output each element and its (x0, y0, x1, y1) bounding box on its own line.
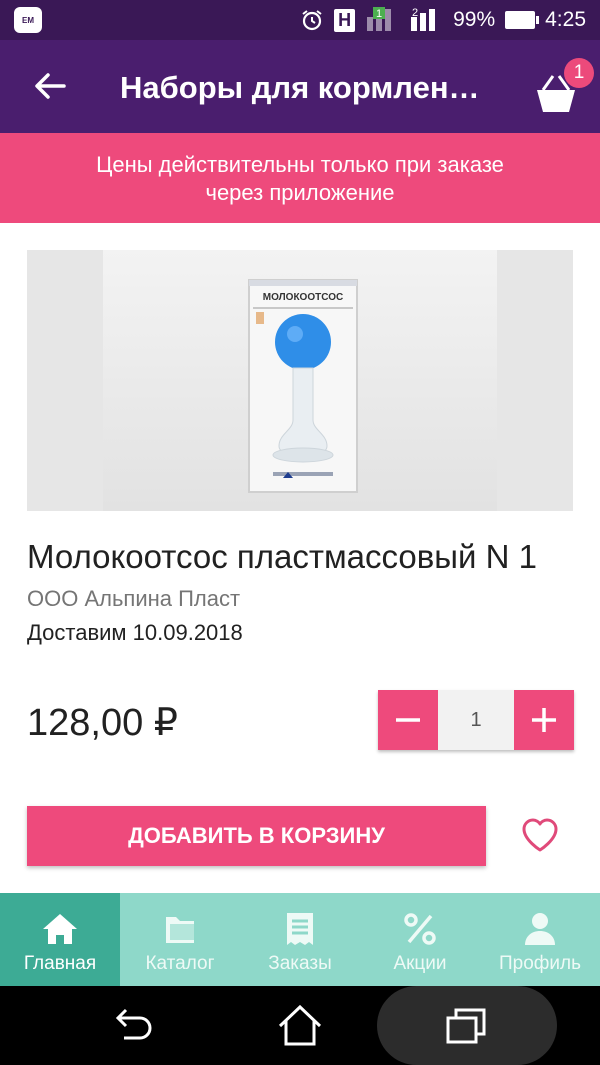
receipt-icon (287, 913, 313, 945)
product-photo-backdrop: МОЛОКООТСОС (103, 250, 497, 511)
tab-home[interactable]: Главная (0, 893, 120, 986)
quantity-value[interactable]: 1 (438, 690, 514, 750)
app-notification-icon: EM (14, 7, 42, 33)
sim2-label: 2 (412, 7, 418, 19)
decrease-quantity-button[interactable] (378, 690, 438, 750)
tab-orders[interactable]: Заказы (240, 893, 360, 986)
product-manufacturer: ООО Альпина Пласт (27, 586, 241, 611)
network-type-badge: H (334, 8, 356, 32)
battery-percent: 99% (453, 8, 496, 31)
folder-icon (166, 917, 194, 943)
person-icon (525, 913, 555, 945)
product-image[interactable]: МОЛОКООТСОС (27, 250, 573, 511)
heart-icon[interactable] (520, 815, 560, 855)
tab-label: Заказы (268, 953, 332, 974)
signal-sim1-icon: 1 (367, 7, 392, 31)
tab-profile[interactable]: Профиль (480, 893, 600, 986)
increase-quantity-button[interactable] (514, 690, 574, 750)
minus-icon (396, 718, 420, 722)
cart-count-badge: 1 (564, 58, 594, 88)
plus-icon (532, 708, 556, 732)
tab-label: Каталог (145, 953, 215, 974)
tab-promotions[interactable]: Акции (360, 893, 480, 986)
page-title: Наборы для кормлен… (120, 70, 480, 105)
back-arrow-icon[interactable] (30, 66, 70, 106)
clock: 4:25 (545, 8, 586, 31)
nav-home-icon[interactable] (276, 1002, 324, 1048)
tab-label: Профиль (498, 953, 582, 974)
product-box-illustration: МОЛОКООТСОС (248, 279, 358, 493)
tab-label: Акции (393, 953, 447, 974)
promo-line-2: через приложение (205, 180, 395, 205)
sim1-label: 1 (376, 8, 382, 20)
home-icon (43, 914, 77, 944)
system-nav-bar (0, 986, 600, 1065)
tab-label: Главная (23, 953, 97, 974)
add-to-cart-button[interactable]: ДОБАВИТЬ В КОРЗИНУ (27, 806, 486, 866)
promo-banner: Цены действительны только при заказе чер… (0, 133, 600, 223)
box-label: МОЛОКООТСОС (263, 292, 343, 303)
nav-recents-icon[interactable] (444, 1006, 490, 1046)
quantity-stepper: 1 (378, 690, 574, 750)
product-name: Молокоотсос пластмассовый N 1 (27, 538, 537, 575)
app-bar: Наборы для кормлен… 1 (0, 40, 600, 133)
nav-back-icon[interactable] (110, 1006, 156, 1046)
product-price: 128,00 ₽ (27, 702, 178, 744)
alarm-icon (302, 10, 322, 31)
battery-icon (505, 11, 540, 29)
status-bar: EM H 1 2 99% 4:25 (0, 0, 600, 40)
percent-icon (404, 913, 436, 945)
bottom-tab-bar: Главная Каталог Заказы Акции Профиль (0, 893, 600, 986)
tab-catalog[interactable]: Каталог (120, 893, 240, 986)
signal-sim2-icon: 2 (411, 7, 436, 31)
delivery-date: Доставим 10.09.2018 (27, 620, 243, 645)
promo-line-1: Цены действительны только при заказе (96, 152, 504, 177)
